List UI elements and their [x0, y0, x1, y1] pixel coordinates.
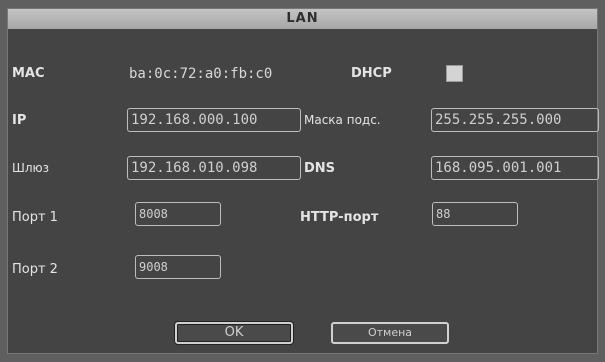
dns-label: DNS	[304, 161, 336, 176]
dhcp-label: DHCP	[351, 66, 392, 81]
lan-dialog: LAN MAC ba:0c:72:a0:fb:c0 DHCP IP 192.16…	[7, 8, 599, 354]
port2-field[interactable]: 9008	[135, 255, 221, 279]
mac-value: ba:0c:72:a0:fb:c0	[129, 66, 273, 82]
ip-field[interactable]: 192.168.000.100	[127, 108, 301, 132]
dhcp-checkbox[interactable]	[446, 65, 463, 82]
mac-label: MAC	[12, 66, 45, 81]
http-port-field[interactable]: 88	[432, 202, 518, 226]
dialog-title: LAN	[8, 9, 597, 29]
port1-label: Порт 1	[12, 210, 58, 225]
ok-button[interactable]: OK	[175, 322, 293, 344]
dns-field[interactable]: 168.095.001.001	[431, 156, 599, 180]
ip-label: IP	[12, 113, 27, 128]
mask-label: Маска подс.	[304, 113, 381, 127]
port2-label: Порт 2	[12, 262, 58, 277]
gateway-field[interactable]: 192.168.010.098	[127, 156, 301, 180]
gateway-label: Шлюз	[12, 161, 49, 175]
http-port-label: HTTP-порт	[300, 210, 379, 225]
port1-field[interactable]: 8008	[135, 202, 221, 226]
subnet-mask-field[interactable]: 255.255.255.000	[431, 108, 599, 132]
cancel-button[interactable]: Отмена	[331, 322, 449, 344]
